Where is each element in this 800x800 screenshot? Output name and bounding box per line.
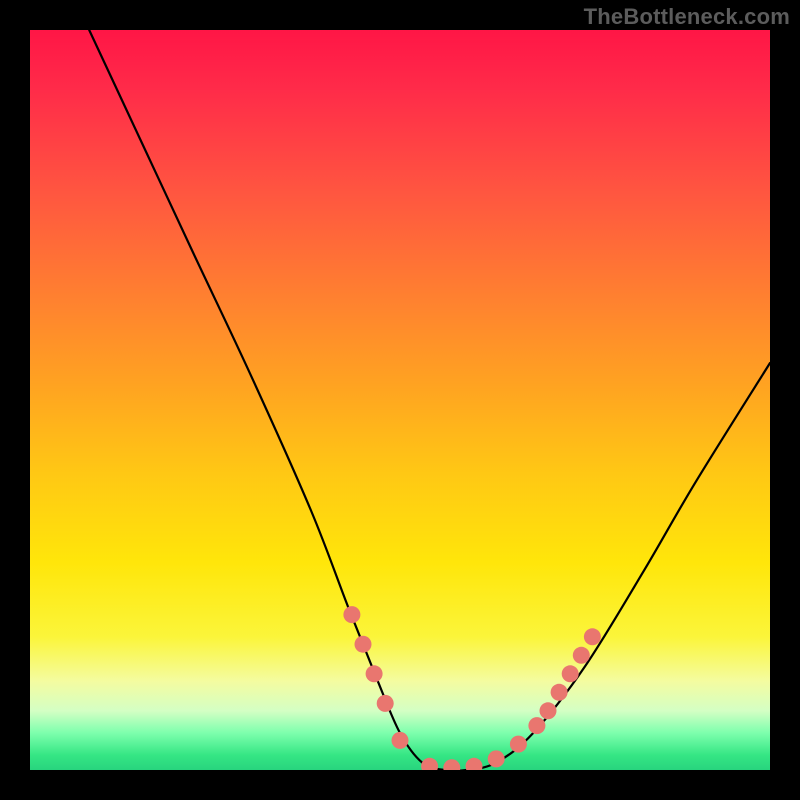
watermark-text: TheBottleneck.com [584,4,790,30]
marker-dot [466,758,483,770]
marker-dot [421,758,438,770]
marker-dot [366,665,383,682]
plot-area [30,30,770,770]
marker-dot [510,736,527,753]
marker-dot [540,702,557,719]
marker-dot [355,636,372,653]
marker-dot [343,606,360,623]
curve-line [89,30,770,770]
marker-dot [377,695,394,712]
marker-dot [573,647,590,664]
marker-dot [488,750,505,767]
marker-dot [392,732,409,749]
highlight-markers [343,606,601,770]
marker-dot [562,665,579,682]
marker-dot [584,628,601,645]
chart-frame: TheBottleneck.com [0,0,800,800]
marker-dot [551,684,568,701]
marker-dot [528,717,545,734]
chart-svg [30,30,770,770]
marker-dot [443,759,460,770]
